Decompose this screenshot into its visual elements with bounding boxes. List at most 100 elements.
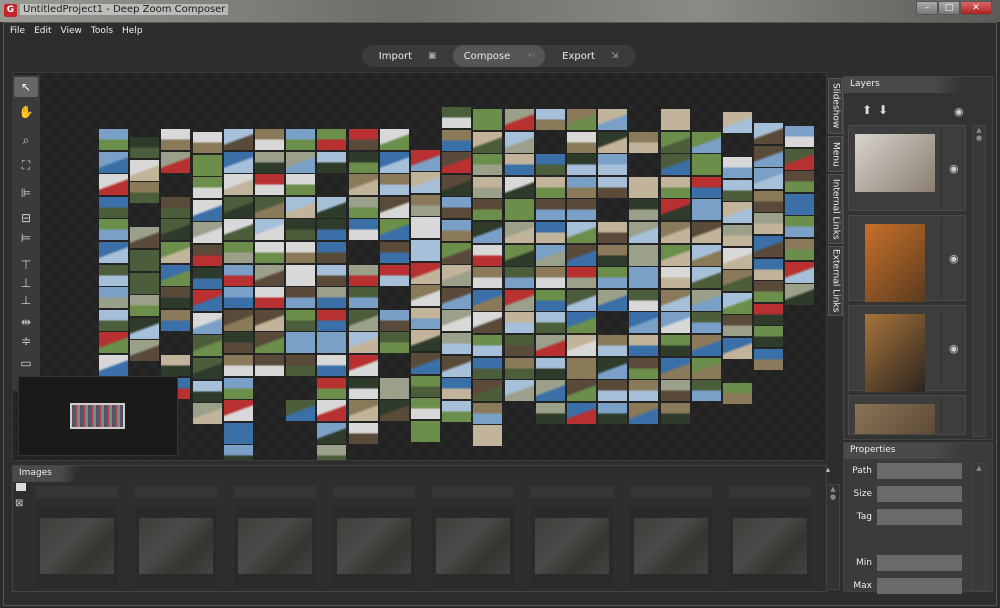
photo-tile[interactable] — [535, 244, 565, 266]
photo-tile[interactable] — [660, 199, 690, 221]
photo-tile[interactable] — [130, 295, 160, 317]
photo-tile[interactable] — [785, 171, 815, 193]
photo-tile[interactable] — [379, 400, 409, 422]
photo-tile[interactable] — [691, 380, 721, 402]
photo-tile[interactable] — [598, 402, 628, 424]
photo-tile[interactable] — [535, 222, 565, 243]
photo-tile[interactable] — [567, 199, 596, 221]
photo-tile[interactable] — [473, 222, 503, 243]
photo-tile[interactable] — [473, 109, 503, 130]
photo-tile[interactable] — [379, 174, 409, 196]
photo-tile[interactable] — [535, 154, 565, 176]
photo-tile[interactable] — [130, 137, 160, 158]
tool-button-11[interactable]: ≑ — [14, 331, 38, 351]
photo-tile[interactable] — [317, 332, 347, 354]
photo-tile[interactable] — [535, 109, 565, 130]
photo-tile[interactable] — [535, 335, 565, 356]
photo-tile[interactable] — [317, 129, 347, 150]
photo-tile[interactable] — [567, 402, 596, 424]
photo-tile[interactable] — [504, 267, 534, 289]
photo-tile[interactable] — [317, 151, 347, 173]
photo-tile[interactable] — [754, 145, 784, 167]
photo-tile[interactable] — [442, 265, 472, 287]
minimize-button[interactable]: – — [916, 1, 938, 15]
path-field[interactable] — [877, 463, 962, 479]
image-thumbnail[interactable] — [531, 486, 613, 589]
photo-tile[interactable] — [223, 377, 253, 399]
tab-slideshow[interactable]: Slideshow — [828, 78, 843, 134]
photo-tile[interactable] — [348, 174, 378, 196]
photo-tile[interactable] — [567, 357, 596, 379]
photo-tile[interactable] — [723, 315, 752, 337]
photo-tile[interactable] — [442, 333, 472, 354]
photo-tile[interactable] — [411, 353, 440, 374]
photo-tile[interactable] — [286, 287, 316, 309]
mode-compose[interactable]: Compose ☜ — [453, 45, 545, 67]
tool-button-12[interactable]: ▭ — [14, 353, 38, 373]
photo-tile[interactable] — [255, 129, 284, 150]
photo-tile[interactable] — [192, 199, 222, 221]
photo-tile[interactable] — [161, 129, 191, 150]
photo-tile[interactable] — [348, 400, 378, 422]
photo-tile[interactable] — [317, 377, 347, 399]
photo-tile[interactable] — [723, 112, 752, 133]
tool-button-2[interactable]: ⌕ — [14, 130, 38, 150]
photo-tile[interactable] — [691, 357, 721, 379]
photo-tile[interactable] — [99, 129, 128, 150]
photo-tile[interactable] — [317, 400, 347, 422]
photo-tile[interactable] — [598, 267, 628, 289]
photo-tile[interactable] — [255, 287, 284, 309]
photo-tile[interactable] — [379, 264, 409, 286]
photo-tile[interactable] — [754, 281, 784, 303]
photo-tile[interactable] — [598, 109, 628, 130]
menu-edit[interactable]: Edit — [34, 26, 51, 36]
photo-tile[interactable] — [161, 264, 191, 286]
photo-tile[interactable] — [379, 309, 409, 331]
photo-tile[interactable] — [723, 179, 752, 201]
layer-item[interactable]: ◉ — [848, 305, 966, 392]
photo-tile[interactable] — [223, 219, 253, 241]
image-thumbnail[interactable] — [36, 486, 118, 589]
photo-tile[interactable] — [535, 289, 565, 311]
photo-tile[interactable] — [130, 317, 160, 339]
photo-tile[interactable] — [629, 199, 659, 221]
tab-menu[interactable]: Menu — [828, 136, 843, 172]
layer-item[interactable]: ◉ — [848, 395, 966, 435]
visibility-eye-icon[interactable]: ◉ — [949, 252, 959, 265]
photo-tile[interactable] — [535, 357, 565, 379]
photo-tile[interactable] — [504, 222, 534, 243]
photo-tile[interactable] — [473, 267, 503, 289]
photo-tile[interactable] — [286, 400, 316, 422]
photo-tile[interactable] — [598, 289, 628, 311]
photo-tile[interactable] — [504, 312, 534, 334]
photo-tile[interactable] — [379, 129, 409, 150]
photo-tile[interactable] — [161, 309, 191, 331]
menu-tools[interactable]: Tools — [91, 26, 113, 36]
photo-tile[interactable] — [411, 330, 440, 352]
photo-tile[interactable] — [255, 242, 284, 263]
tool-button-10[interactable]: ⇹ — [14, 312, 38, 332]
photo-tile[interactable] — [754, 123, 784, 144]
photo-tile[interactable] — [161, 355, 191, 376]
tool-button-3[interactable]: ⛶ — [14, 155, 38, 175]
images-scrollbar[interactable]: ▲ ● — [826, 484, 840, 590]
photo-tile[interactable] — [785, 126, 815, 147]
photo-tile[interactable] — [255, 196, 284, 218]
photo-tile[interactable] — [348, 219, 378, 241]
photo-tile[interactable] — [223, 174, 253, 196]
photo-tile[interactable] — [161, 196, 191, 218]
photo-tile[interactable] — [130, 340, 160, 362]
photo-tile[interactable] — [473, 357, 503, 379]
photo-tile[interactable] — [286, 151, 316, 173]
tool-button-9[interactable]: ⊥ — [14, 290, 38, 310]
photo-tile[interactable] — [411, 172, 440, 194]
photo-tile[interactable] — [660, 289, 690, 311]
tab-external-links[interactable]: External Links — [828, 246, 843, 316]
image-thumbnail[interactable] — [135, 486, 217, 589]
photo-tile[interactable] — [411, 398, 440, 420]
photo-tile[interactable] — [130, 250, 160, 271]
photo-tile[interactable] — [411, 307, 440, 329]
menu-view[interactable]: View — [61, 26, 82, 36]
size-field[interactable] — [877, 486, 962, 502]
photo-tile[interactable] — [785, 284, 815, 306]
